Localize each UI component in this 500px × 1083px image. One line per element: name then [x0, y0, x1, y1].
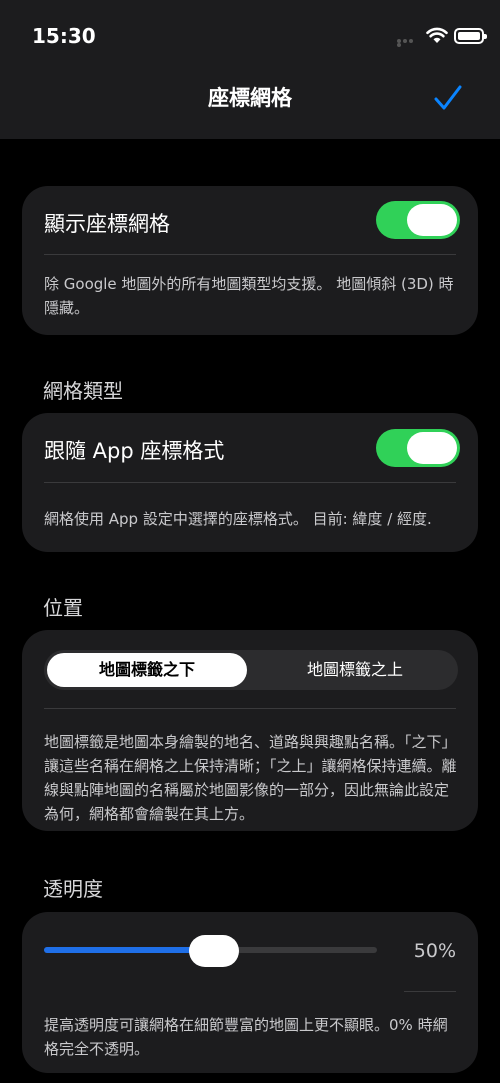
show-grid-toggle[interactable]	[376, 201, 460, 239]
segment-below-labels[interactable]: 地圖標籤之下	[47, 653, 247, 687]
divider	[44, 482, 456, 483]
transparency-slider-thumb[interactable]	[188, 935, 239, 967]
transparency-value: 50%	[413, 940, 456, 962]
transparency-section-title: 透明度	[43, 877, 103, 901]
status-time: 15:30	[32, 24, 96, 48]
follow-app-format-label: 跟隨 App 座標格式	[44, 439, 225, 463]
divider	[404, 991, 456, 992]
signal-icon	[397, 39, 419, 47]
show-grid-card: 顯示座標網格 除 Google 地圖外的所有地圖類型均支援。 地圖傾斜 (3D)…	[22, 186, 478, 335]
battery-icon	[454, 28, 487, 44]
show-grid-note: 除 Google 地圖外的所有地圖類型均支援。 地圖傾斜 (3D) 時隱藏。	[44, 275, 454, 317]
follow-app-format-toggle[interactable]	[376, 429, 460, 467]
segment-above-labels[interactable]: 地圖標籤之上	[255, 653, 455, 687]
divider	[44, 254, 456, 255]
show-grid-label: 顯示座標網格	[44, 212, 170, 236]
navigation-header: 15:30 座標網格	[0, 0, 500, 139]
position-card: 地圖標籤之下 地圖標籤之上 地圖標籤是地圖本身繪製的地名、道路與興趣點名稱。「之…	[22, 630, 478, 831]
checkmark-icon[interactable]	[432, 82, 464, 114]
grid-type-section-title: 網格類型	[43, 379, 123, 403]
position-segmented-control: 地圖標籤之下 地圖標籤之上	[44, 650, 458, 690]
transparency-card: 50% 提高透明度可讓網格在細節豐富的地圖上更不顯眼。0% 時網格完全不透明。	[22, 912, 478, 1073]
page-title: 座標網格	[208, 86, 292, 110]
divider	[44, 708, 456, 709]
position-section-title: 位置	[43, 596, 83, 620]
transparency-note: 提高透明度可讓網格在細節豐富的地圖上更不顯眼。0% 時網格完全不透明。	[44, 1016, 448, 1058]
position-note: 地圖標籤是地圖本身繪製的地名、道路與興趣點名稱。「之下」讓這些名稱在網格之上保持…	[44, 733, 457, 823]
grid-type-note: 網格使用 App 設定中選擇的座標格式。 目前: 緯度 / 經度.	[44, 510, 432, 528]
wifi-icon	[426, 27, 448, 43]
grid-type-card: 跟隨 App 座標格式 網格使用 App 設定中選擇的座標格式。 目前: 緯度 …	[22, 413, 478, 552]
